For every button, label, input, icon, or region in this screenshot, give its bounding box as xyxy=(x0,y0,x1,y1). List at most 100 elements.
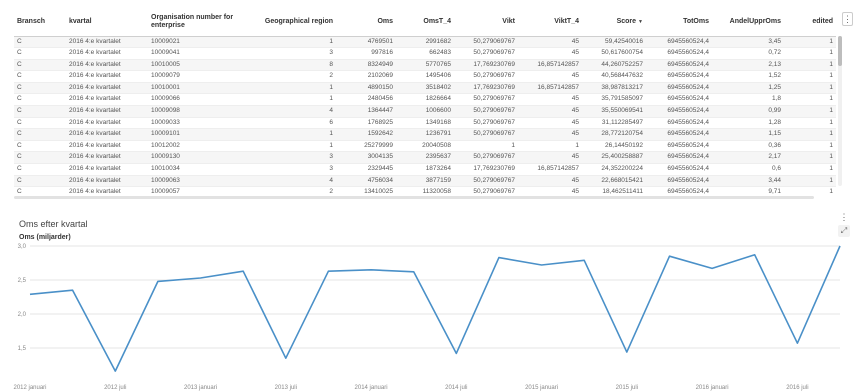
column-header-label: TotOms xyxy=(683,17,709,25)
table-cell: C xyxy=(14,163,66,176)
table-cell: 6945560524,4 xyxy=(646,93,712,107)
column-header[interactable]: edited xyxy=(784,8,836,37)
table-cell: 22,668015421 xyxy=(582,175,646,188)
table-cell: 1768925 xyxy=(336,117,396,130)
table-cell: 1,25 xyxy=(712,82,784,95)
table-cell: 50,279069767 xyxy=(454,47,518,60)
table-row[interactable]: C 2016 4:e kvartalet 10009041 3 997816 662483… xyxy=(14,47,836,60)
table-cell: 45 xyxy=(518,36,582,49)
table-cell: 4756034 xyxy=(336,175,396,188)
table-cell: 1 xyxy=(784,93,836,107)
y-tick-label: 2,0 xyxy=(18,312,27,318)
table-cell: 3,45 xyxy=(712,36,784,49)
column-header-label: Oms xyxy=(377,17,393,25)
table-cell: 1 xyxy=(784,140,836,153)
table-cell: 17,769230769 xyxy=(454,82,518,95)
table-cell: C xyxy=(14,59,66,72)
table-cell: 45 xyxy=(518,105,582,118)
table-cell: 50,617600754 xyxy=(582,47,646,60)
column-header[interactable]: Oms xyxy=(336,8,396,37)
table-row[interactable]: C 2016 4:e kvartalet 10010034 3 2329445 18732… xyxy=(14,163,836,176)
column-header[interactable]: TotOms xyxy=(646,8,712,37)
column-header[interactable]: Score ▼ xyxy=(582,8,646,37)
table-row[interactable]: C 2016 4:e kvartalet 10009130 3 3004135 23956… xyxy=(14,151,836,165)
table-row[interactable]: C 2016 4:e kvartalet 10009079 2 2102069 14954… xyxy=(14,70,836,83)
table-cell: 2016 4:e kvartalet xyxy=(66,140,148,153)
table-cell: 1 xyxy=(454,140,518,153)
table-cell: 10012002 xyxy=(148,140,246,153)
table-cell: 3518402 xyxy=(396,82,454,95)
column-header[interactable]: kvartal xyxy=(66,8,148,37)
table-cell: 10010034 xyxy=(148,163,246,176)
table-cell: 10009066 xyxy=(148,93,246,107)
data-table-panel: Bransch kvartal Organisation number for en… xyxy=(0,0,858,201)
table-cell: 26,14450192 xyxy=(582,140,646,153)
table-cell: 10009079 xyxy=(148,70,246,83)
table-cell: 45 xyxy=(518,175,582,188)
column-header-label: edited xyxy=(812,17,833,25)
table-cell: C xyxy=(14,140,66,153)
table-cell: 0,36 xyxy=(712,140,784,153)
table-row[interactable]: C 2016 4:e kvartalet 10009101 1 1592642 12367… xyxy=(14,128,836,141)
table-cell: 1592642 xyxy=(336,128,396,141)
table-row[interactable]: C 2016 4:e kvartalet 10012002 1 25279999 2004… xyxy=(14,140,836,153)
table-row[interactable]: C 2016 4:e kvartalet 10009098 4 1364447 10066… xyxy=(14,105,836,118)
x-tick-label: 2016 juli xyxy=(786,385,808,391)
table-cell: 1 xyxy=(784,151,836,165)
x-tick-label: 2013 januari xyxy=(184,385,217,391)
column-header[interactable]: Vikt xyxy=(454,8,518,37)
more-vertical-icon: ⋮ xyxy=(839,212,849,222)
column-header[interactable]: OmsT_4 xyxy=(396,8,454,37)
table-cell: 40,568447632 xyxy=(582,70,646,83)
table-cell: 2016 4:e kvartalet xyxy=(66,82,148,95)
x-tick-label: 2015 januari xyxy=(525,385,558,391)
column-header[interactable]: Geographical region xyxy=(246,8,336,37)
table-scrollbar-thumb[interactable] xyxy=(838,36,842,66)
table-row[interactable]: C 2016 4:e kvartalet 10009063 4 4756034 38771… xyxy=(14,175,836,188)
table-cell: 2016 4:e kvartalet xyxy=(66,128,148,141)
table-cell: 997816 xyxy=(336,47,396,60)
table-cell: 35,550069541 xyxy=(582,105,646,118)
table-cell: 45 xyxy=(518,93,582,107)
chart-menu-button[interactable]: ⋮ xyxy=(838,211,850,224)
table-cell: 1 xyxy=(246,36,336,49)
column-header[interactable]: AndelUpprOms xyxy=(712,8,784,37)
table-cell: 1 xyxy=(784,36,836,49)
y-tick-label: 1,5 xyxy=(18,346,27,352)
table-cell: 0,72 xyxy=(712,47,784,60)
table-cell: 0,99 xyxy=(712,105,784,118)
table-row[interactable]: C 2016 4:e kvartalet 10009066 1 2480456 18266… xyxy=(14,93,836,107)
x-tick-label: 2015 juli xyxy=(616,385,638,391)
table-cell: 1873264 xyxy=(396,163,454,176)
table-cell: 6945560524,4 xyxy=(646,117,712,130)
x-tick-label: 2012 januari xyxy=(13,385,46,391)
table-cell: C xyxy=(14,70,66,83)
series-line[interactable] xyxy=(29,245,841,372)
table-cell: 2016 4:e kvartalet xyxy=(66,151,148,165)
column-header-label: kvartal xyxy=(69,17,92,25)
chart-title: Oms efter kvartal xyxy=(19,219,88,229)
table-row[interactable]: C 2016 4:e kvartalet 10009033 6 1768925 13491… xyxy=(14,117,836,130)
table-cell: 2 xyxy=(246,70,336,83)
table-cell: C xyxy=(14,82,66,95)
table-cell: 6945560524,4 xyxy=(646,128,712,141)
table-row[interactable]: C 2016 4:e kvartalet 10010005 8 8324949 57707… xyxy=(14,59,836,72)
table-cell: 45 xyxy=(518,70,582,83)
table-cell: C xyxy=(14,93,66,107)
column-header-label: ViktT_4 xyxy=(554,17,579,25)
table-cell: 50,279069767 xyxy=(454,175,518,188)
table-row[interactable]: C 2016 4:e kvartalet 10010001 1 4890150 35184… xyxy=(14,82,836,95)
column-header[interactable]: ViktT_4 xyxy=(518,8,582,37)
table-row[interactable]: C 2016 4:e kvartalet 10009021 1 4769501 29916… xyxy=(14,36,836,49)
column-header[interactable]: Organisation number for enterprise xyxy=(148,8,246,37)
column-header[interactable]: Bransch xyxy=(14,8,66,37)
chart-expand-button[interactable]: ⤢ xyxy=(838,225,850,237)
table-horizontal-scrollbar[interactable] xyxy=(14,196,814,199)
table-menu-button[interactable]: ⋮ xyxy=(842,12,853,26)
table-cell: 28,772120754 xyxy=(582,128,646,141)
table-cell: 6945560524,4 xyxy=(646,82,712,95)
table-cell: 10009101 xyxy=(148,128,246,141)
sort-descending-icon[interactable]: ▼ xyxy=(638,19,643,25)
table-cell: 1 xyxy=(784,105,836,118)
table-cell: 45 xyxy=(518,47,582,60)
